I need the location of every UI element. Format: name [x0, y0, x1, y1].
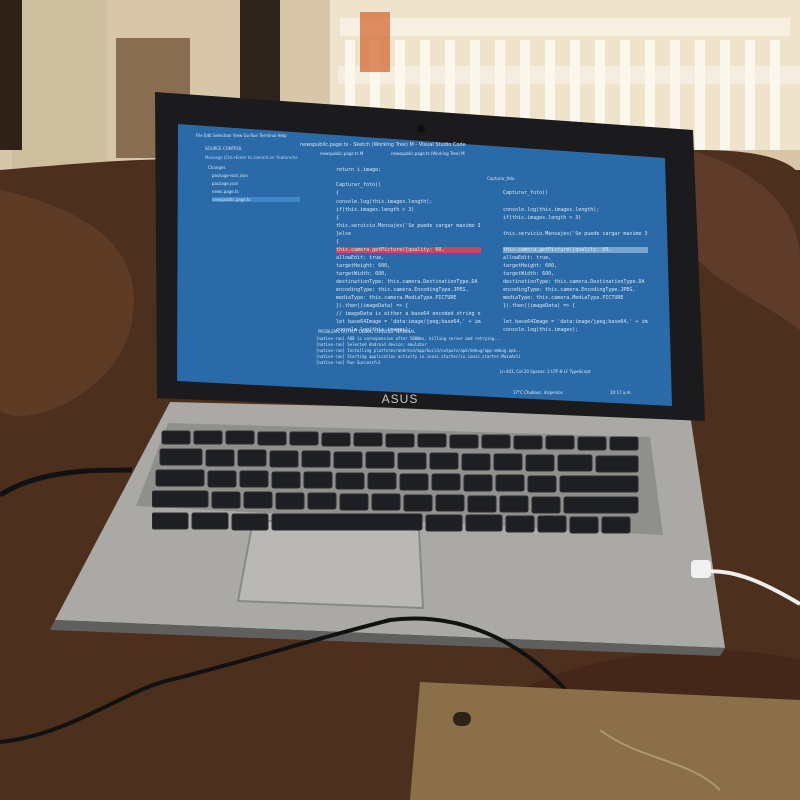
status-bar: Ln 441, Col 20 Spaces: 2 UTF-8 LF TypeSc… [500, 369, 591, 374]
code-line-17: mediaType: this.camera.MediaType.PICTURE [336, 295, 457, 301]
diff-line-13: encodingType: this.camera.EncodingType.J… [503, 287, 636, 293]
diff-line-14: mediaType: this.camera.MediaType.PICTURE [503, 295, 624, 301]
taskbar-weather: 17°C Chubasc. dispersos [513, 390, 563, 395]
menu-selection[interactable]: Selection [213, 133, 231, 138]
terminal-line-2: [native-run] Selected Android device: em… [316, 342, 427, 347]
changed-file-3[interactable]: news.page.ts [212, 189, 300, 194]
code-line-6: if(this.images.length > 3) [336, 207, 415, 213]
wood-stain [453, 712, 471, 726]
diff-line-10: targetHeight: 600, [503, 263, 558, 269]
diff-line-8: this.camera.getPicture({quality: 60, [503, 247, 648, 253]
source-control-title: SOURCE CONTROL [205, 146, 243, 151]
tab-output[interactable]: OUTPUT [341, 329, 357, 334]
code-line-18: }).then((imageData) => { [336, 303, 409, 309]
commit-message-input[interactable]: Message (Ctrl+Enter to commit on 'featur… [205, 155, 299, 160]
changes-label: Changes [208, 165, 226, 170]
code-line-14: targetWidth: 600, [336, 271, 388, 277]
code-line-7: { [336, 215, 340, 221]
diff-line-3: console.log(this.images.length); [503, 207, 600, 213]
editor-tab-1[interactable]: newspublic.page.ts M [320, 151, 390, 156]
webcam [417, 125, 425, 133]
menu-view[interactable]: View [233, 133, 243, 138]
keyboard [152, 430, 639, 534]
diff-line-17: let base64Image = 'data:image/jpeg;base6… [503, 319, 648, 325]
menu-edit[interactable]: Edit [204, 133, 212, 138]
menu-terminal[interactable]: Terminal [259, 133, 276, 138]
code-line-15: destinationType: this.camera.Destination… [336, 279, 478, 285]
menu-run[interactable]: Run [250, 133, 258, 138]
doorway-dark [0, 0, 22, 150]
code-line-13: targetHeight: 600, [336, 263, 391, 269]
tab-debug-console[interactable]: DEBUG CONSOLE [359, 329, 394, 334]
code-line-11: this.camera.getPicture({quality: 60, [336, 247, 481, 253]
code-line-19: // imageData is either a base64 encoded … [336, 311, 481, 317]
menu-bar: File Edit Selection View Go Run Terminal… [196, 133, 336, 138]
code-line-20: let base64Image = 'data:image/jpeg;base6… [336, 319, 481, 325]
diff-line-6: this.servicio.Mensajes('Se puede cargar … [503, 231, 648, 237]
code-line-16: encodingType: this.camera.EncodingType.J… [336, 287, 469, 293]
laptop-brand-logo: ASUS [381, 392, 419, 406]
diff-line-9: allowEdit: true, [503, 255, 552, 261]
code-line-12: allowEdit: true, [336, 255, 385, 261]
code-line-1: return i.image; [336, 167, 382, 173]
menu-help[interactable]: Help [277, 133, 286, 138]
code-line-8: this.servicio.Mensajes('Se puede cargar … [336, 223, 481, 229]
diff-line-1: Capturar_foto() [503, 190, 549, 196]
panel-tabs: PROBLEMS OUTPUT DEBUG CONSOLE TERMINAL [318, 329, 478, 334]
terminal-line-3: [native-run] Installing platforms/androi… [316, 348, 521, 353]
editor-tab-3[interactable]: Capturar_foto [487, 176, 552, 181]
wooden-board [410, 682, 800, 800]
editor-tab-2[interactable]: newspublic.page.ts (Working Tree) M [391, 151, 486, 156]
diff-line-4: if(this.images.length > 3) [503, 215, 582, 221]
diff-line-12: destinationType: this.camera.Destination… [503, 279, 645, 285]
window-title: newspublic.page.ts - Sketch (Working Tre… [300, 142, 466, 148]
dark-furniture [240, 0, 280, 110]
terminal-line-5: [native-run] Run Successful [316, 360, 382, 365]
code-line-3: Capturar_foto() [336, 182, 382, 188]
tab-terminal[interactable]: TERMINAL [395, 329, 415, 334]
tab-problems[interactable]: PROBLEMS [318, 329, 340, 334]
diff-line-11: targetWidth: 600, [503, 271, 555, 277]
changed-file-2[interactable]: package.json [212, 181, 300, 186]
diff-line-18: console.log(this.images); [503, 327, 579, 333]
menu-file[interactable]: File [196, 133, 203, 138]
terminal-line-4: [native-run] Starting application activi… [316, 354, 521, 359]
taskbar-clock: 10:17 a.m. [610, 390, 632, 395]
menu-go[interactable]: Go [244, 133, 250, 138]
code-line-10: { [336, 239, 340, 245]
code-line-5: console.log(this.images.length); [336, 199, 433, 205]
code-line-4: { [336, 190, 340, 196]
door-frame [12, 0, 107, 170]
terminal-line-1: [native-run] ADB is unresponsive after 5… [316, 336, 502, 341]
changed-file-1[interactable]: package-lock.json [212, 173, 300, 178]
power-plug [691, 560, 711, 578]
changed-file-4[interactable]: newspublic.page.ts [212, 197, 300, 202]
diff-line-15: }).then((imageData) => { [503, 303, 576, 309]
code-line-9: }else [336, 231, 352, 237]
